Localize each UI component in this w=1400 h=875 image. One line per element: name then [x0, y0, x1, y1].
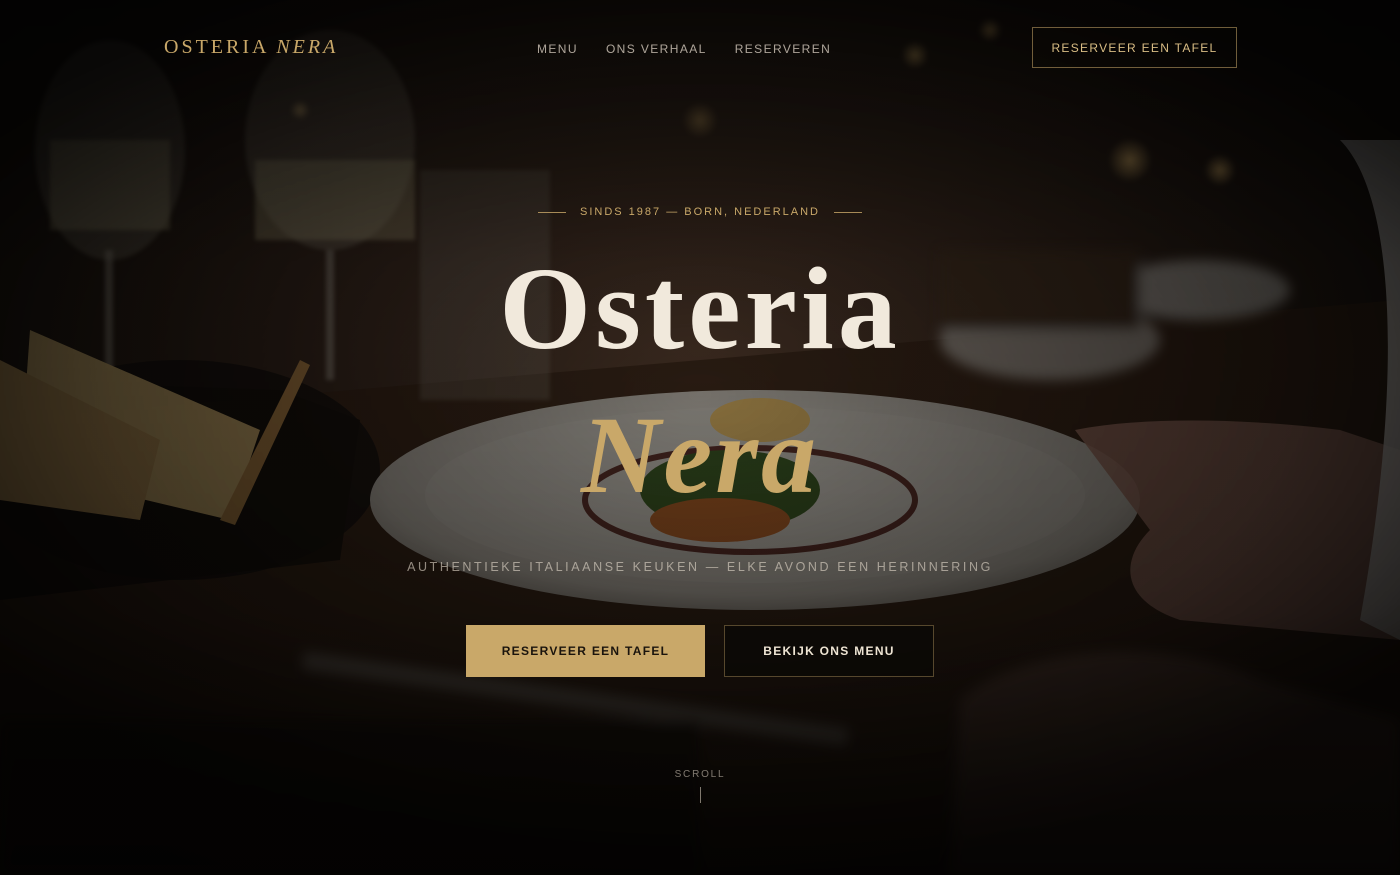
scroll-line: [699, 787, 701, 803]
scroll-indicator[interactable]: SCROLL: [0, 769, 1400, 803]
brand-name-italic: NERA: [276, 36, 339, 58]
nav-links: MENU ONS VERHAAL RESERVEREN: [537, 42, 831, 56]
hero-title-line2: Nera: [580, 394, 820, 516]
view-menu-button[interactable]: BEKIJK ONS MENU: [724, 625, 934, 677]
nav-link-menu[interactable]: MENU: [537, 42, 578, 56]
nav-link-reserveren[interactable]: RESERVEREN: [735, 42, 831, 56]
scroll-label: SCROLL: [674, 769, 726, 780]
nav-link-ons-verhaal[interactable]: ONS VERHAAL: [606, 42, 707, 56]
hero-tagline: AUTHENTIEKE ITALIAANSE KEUKEN — ELKE AVO…: [407, 560, 993, 574]
eyebrow-rule-right: [834, 211, 862, 213]
brand-name: OSTERIA: [164, 36, 269, 58]
hero-eyebrow: SINDS 1987 — BORN, NEDERLAND: [0, 206, 1400, 218]
eyebrow-rule-left: [538, 211, 566, 213]
reserve-table-button[interactable]: RESERVEER EEN TAFEL: [466, 625, 705, 677]
nav-reserve-button[interactable]: RESERVEER EEN TAFEL: [1032, 27, 1237, 68]
top-navigation: OSTERIA NERA MENU ONS VERHAAL RESERVEREN…: [0, 0, 1400, 96]
eyebrow-text: SINDS 1987 — BORN, NEDERLAND: [580, 206, 820, 218]
hero-title-line1: Osteria: [499, 243, 901, 374]
brand-logo[interactable]: OSTERIA NERA: [164, 36, 338, 59]
